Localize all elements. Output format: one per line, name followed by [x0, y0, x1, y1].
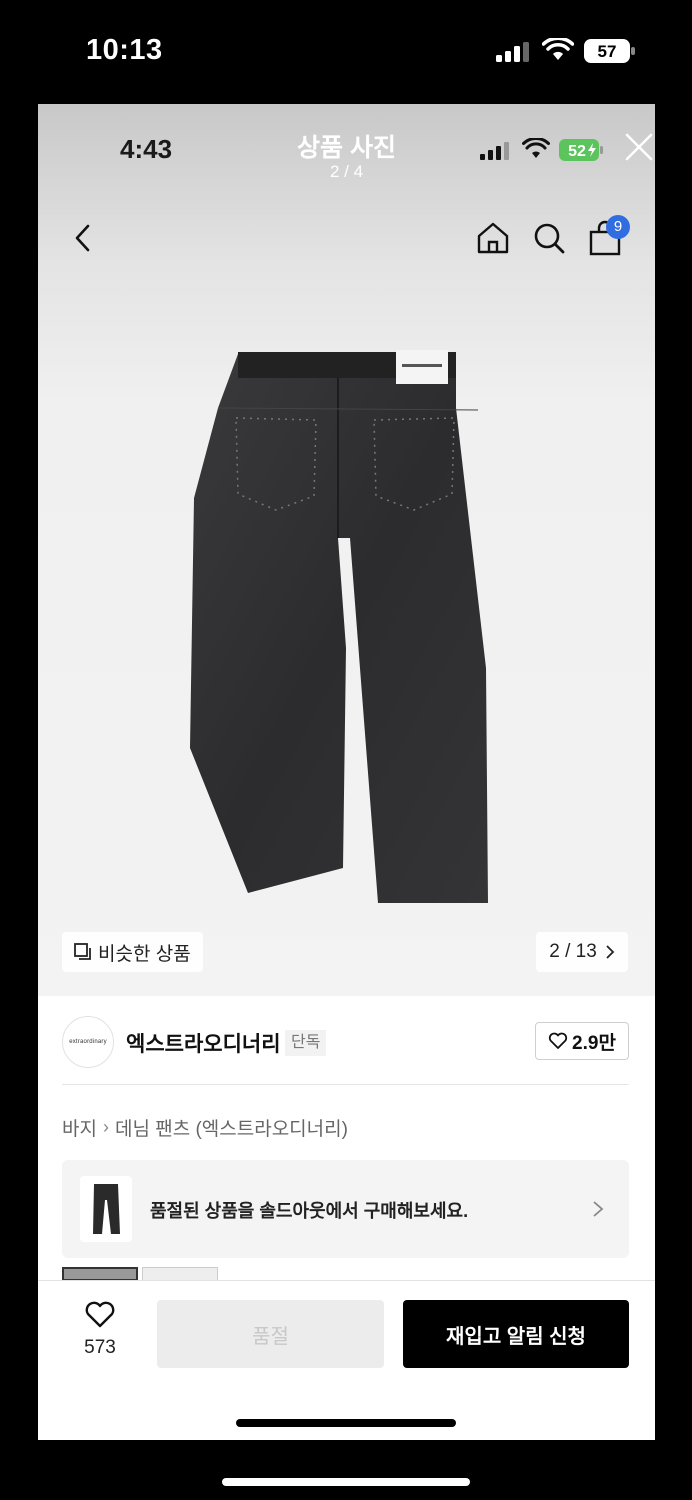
chevron-right-icon: [593, 1201, 604, 1217]
product-image: [190, 350, 488, 903]
home-icon[interactable]: [476, 220, 510, 256]
brand-logo[interactable]: extraordinary: [62, 1016, 114, 1068]
outer-status-bar: 10:13 57: [0, 0, 692, 104]
similar-icon: [74, 943, 91, 960]
breadcrumb-item[interactable]: 바지: [62, 1114, 97, 1141]
chevron-right-icon: ›: [102, 1117, 109, 1137]
divider: [62, 1084, 629, 1085]
similar-products-label: 비슷한 상품: [98, 943, 191, 965]
app-screen: 4:43 상품 사진 2 / 4 52 9 비슷한 상품 2 / 13 extr…: [38, 104, 655, 1440]
wifi-icon: [522, 138, 550, 158]
chevron-right-icon: [606, 945, 615, 959]
bottom-action-bar: 573 품절 재입고 알림 신청: [38, 1280, 655, 1440]
thumbnail[interactable]: [142, 1267, 218, 1281]
outer-clock: 10:13: [86, 34, 163, 66]
product-photo-viewer[interactable]: 4:43 상품 사진 2 / 4 52 9 비슷한 상품 2 / 13: [38, 104, 655, 996]
brand-name[interactable]: 엑스트라오디너리: [126, 1028, 281, 1058]
banner-text: 품절된 상품을 솔드아웃에서 구매해보세요.: [150, 1201, 469, 1221]
back-icon[interactable]: [72, 222, 94, 254]
wishlist-count: 573: [84, 1337, 116, 1358]
brand-logo-text: extraordinary: [69, 1039, 107, 1045]
inner-home-indicator: [236, 1419, 456, 1427]
cart-count-badge: 9: [606, 215, 630, 239]
signal-icon: [496, 42, 529, 62]
outer-battery-level: 57: [598, 42, 617, 61]
soldout-button: 품절: [157, 1300, 384, 1368]
search-icon[interactable]: [532, 220, 566, 256]
wifi-icon: [542, 38, 574, 60]
signal-icon: [480, 142, 509, 160]
thumbnail-strip: [62, 1267, 222, 1281]
battery-icon: 52: [559, 138, 605, 162]
close-icon[interactable]: [624, 132, 654, 162]
wishlist-button[interactable]: 573: [70, 1301, 130, 1371]
thumbnail[interactable]: [62, 1267, 138, 1281]
heart-icon: [85, 1301, 115, 1328]
breadcrumb-item[interactable]: 데님 팬츠 (엑스트라오디너리): [115, 1114, 348, 1141]
banner-thumbnail: [80, 1176, 132, 1242]
restock-alert-button[interactable]: 재입고 알림 신청: [403, 1300, 629, 1368]
photo-counter-button[interactable]: 2 / 13: [536, 932, 628, 972]
breadcrumb: 바지 › 데님 팬츠 (엑스트라오디너리): [62, 1114, 348, 1141]
brand-like-count: 2.9만: [572, 1032, 616, 1054]
heart-icon: [548, 1032, 568, 1049]
soldout-market-banner[interactable]: 품절된 상품을 솔드아웃에서 구매해보세요.: [62, 1160, 629, 1258]
battery-icon: 57: [584, 39, 636, 63]
exclusive-badge: 단독: [285, 1030, 327, 1056]
similar-products-button[interactable]: 비슷한 상품: [62, 932, 203, 972]
outer-home-indicator: [222, 1478, 470, 1486]
brand-like-button[interactable]: 2.9만: [535, 1022, 629, 1060]
viewer-counter: 2 / 4: [329, 162, 364, 181]
photo-counter-label: 2 / 13: [549, 941, 597, 962]
inner-battery-level: 52: [568, 143, 586, 160]
